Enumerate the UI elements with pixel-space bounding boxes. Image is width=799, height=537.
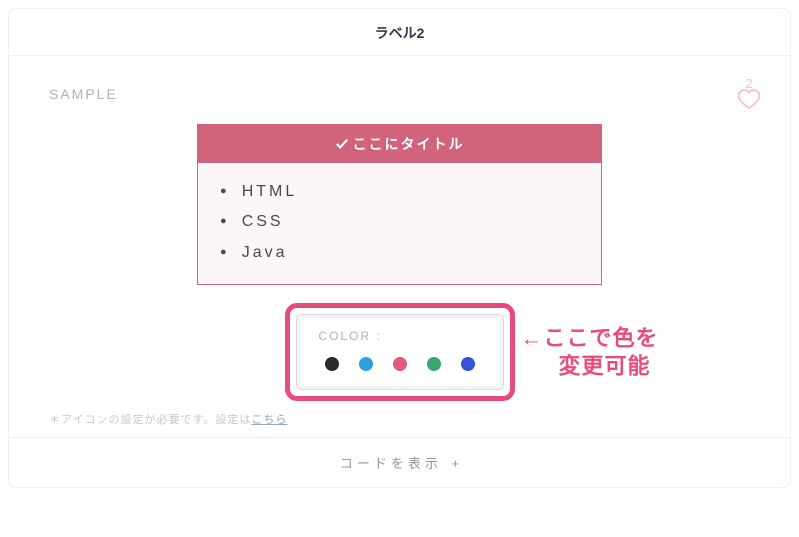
content-area: SAMPLE 2 ここにタイトル HTML CSS Java COLOR xyxy=(9,56,790,437)
tab-header: ラベル2 xyxy=(9,9,790,56)
color-picker-wrap: COLOR : ←ここで色を 変更可能 xyxy=(285,303,515,401)
list-item: Java xyxy=(220,238,579,268)
heart-icon xyxy=(738,89,760,109)
footnote: ＊アイコンの設定が必要です。設定はこちら xyxy=(49,411,750,427)
list-item: CSS xyxy=(220,207,579,237)
color-swatch-indigo[interactable] xyxy=(461,357,475,371)
sample-box: ここにタイトル HTML CSS Java xyxy=(197,124,602,285)
sample-box-list: HTML CSS Java xyxy=(198,163,601,284)
annotation-label: ←ここで色を 変更可能 xyxy=(521,325,659,380)
annotation-line1: ←ここで色を xyxy=(521,326,659,351)
plus-icon: + xyxy=(452,456,460,471)
color-picker-label: COLOR : xyxy=(319,329,481,343)
highlight-border: COLOR : xyxy=(285,303,515,401)
annotation-line2: 変更可能 xyxy=(559,353,651,378)
like-button[interactable]: 2 xyxy=(738,76,760,109)
card: ラベル2 SAMPLE 2 ここにタイトル HTML CSS Java xyxy=(8,8,791,488)
sample-box-title: ここにタイトル xyxy=(353,136,465,152)
list-item: HTML xyxy=(220,177,579,207)
sample-label: SAMPLE xyxy=(49,86,750,102)
show-code-label: コードを表示 xyxy=(340,456,442,471)
color-picker: COLOR : xyxy=(296,314,504,390)
footnote-link[interactable]: こちら xyxy=(251,414,287,426)
show-code-button[interactable]: コードを表示 + xyxy=(9,437,790,487)
color-swatch-pink[interactable] xyxy=(393,357,407,371)
sample-box-header: ここにタイトル xyxy=(198,125,601,163)
check-icon xyxy=(335,137,349,153)
color-swatch-black[interactable] xyxy=(325,357,339,371)
color-swatch-green[interactable] xyxy=(427,357,441,371)
color-swatch-blue[interactable] xyxy=(359,357,373,371)
footnote-text: ＊アイコンの設定が必要です。設定は xyxy=(49,414,251,426)
tab-label[interactable]: ラベル2 xyxy=(375,25,425,41)
color-swatches xyxy=(319,357,481,371)
